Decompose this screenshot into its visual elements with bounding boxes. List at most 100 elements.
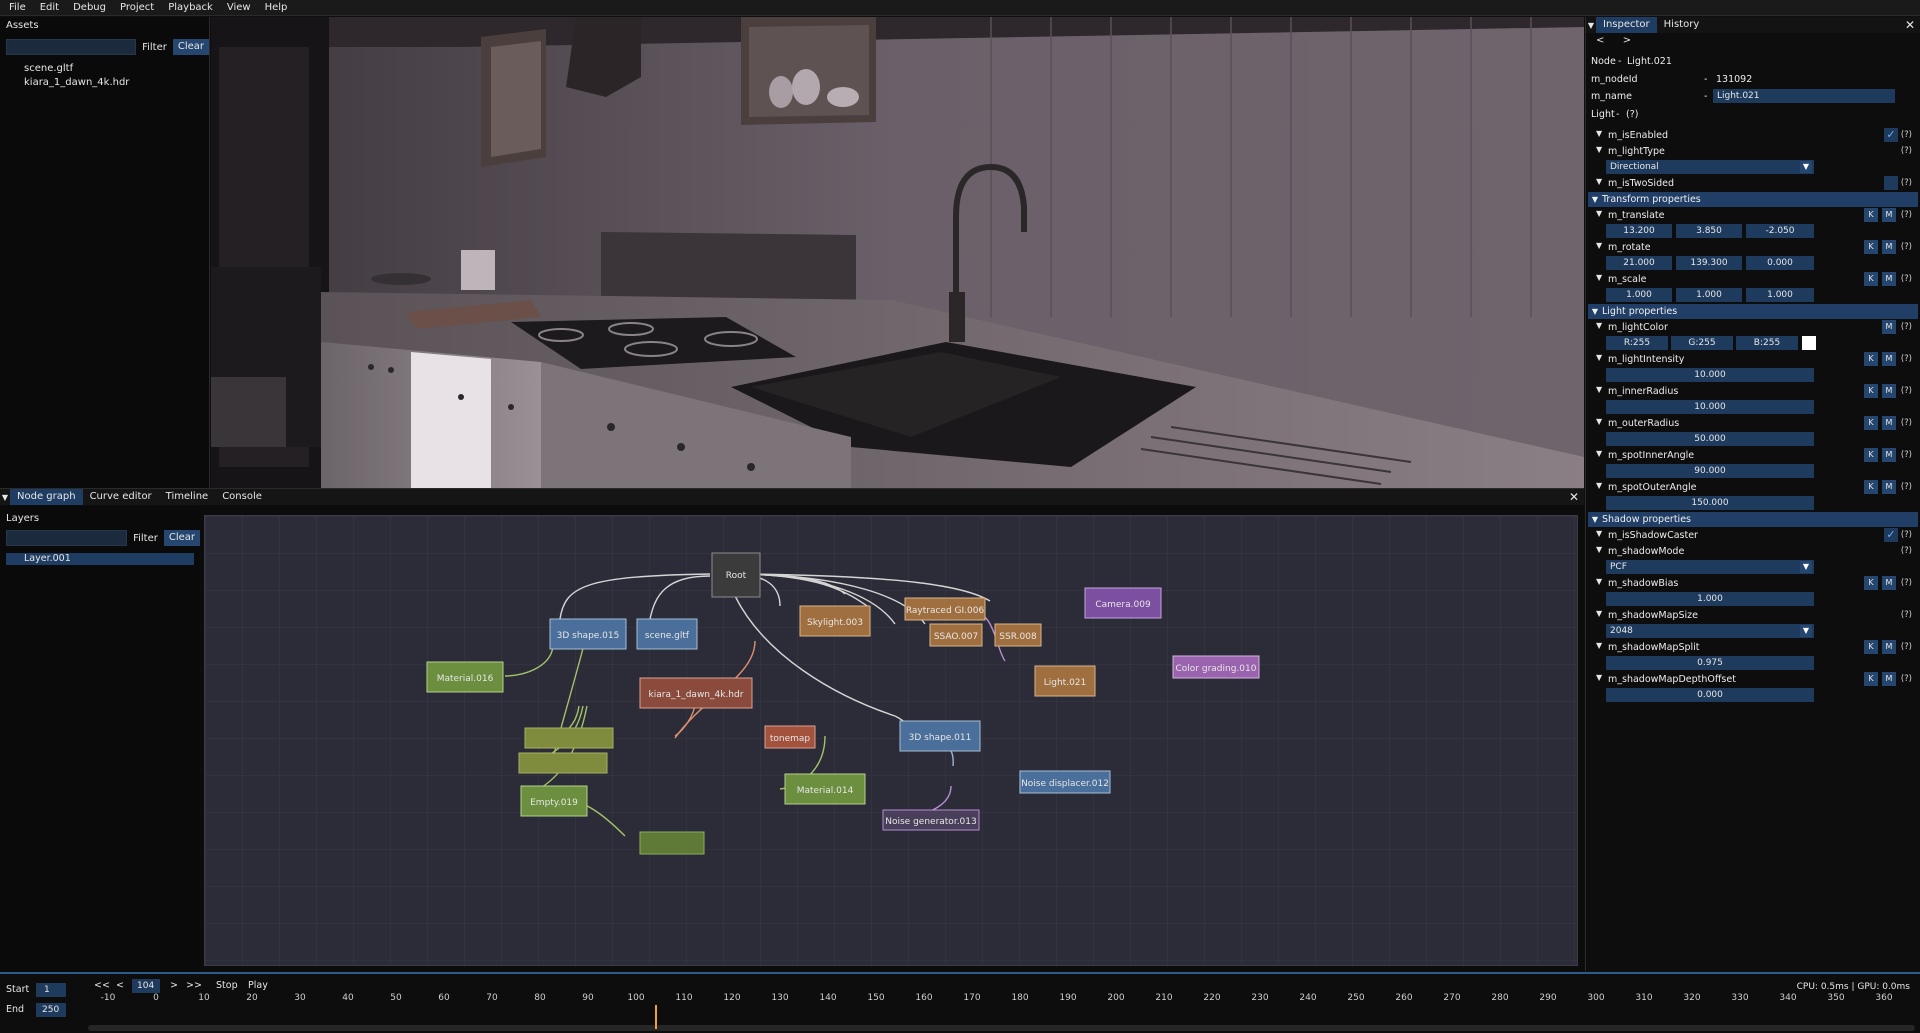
- modifier-button[interactable]: M: [1882, 208, 1896, 222]
- current-frame-field[interactable]: 104: [132, 979, 160, 993]
- translate-y-field[interactable]: 3.850: [1676, 224, 1742, 238]
- keyframe-button[interactable]: K: [1864, 672, 1878, 686]
- help-icon[interactable]: (?): [1901, 146, 1912, 156]
- scale-x-field[interactable]: 1.000: [1606, 288, 1672, 302]
- help-icon[interactable]: (?): [1901, 546, 1912, 556]
- prev-frame-button[interactable]: <: [116, 980, 124, 991]
- graph-node-noisedisp[interactable]: Noise displacer.012: [1019, 770, 1111, 794]
- layers-filter-input[interactable]: [6, 530, 128, 546]
- tab-console[interactable]: Console: [215, 489, 269, 505]
- stop-button[interactable]: Stop: [216, 980, 238, 991]
- modifier-button[interactable]: M: [1882, 576, 1896, 590]
- help-icon[interactable]: (?): [1901, 450, 1912, 460]
- menu-debug[interactable]: Debug: [66, 2, 113, 13]
- layer-item[interactable]: Layer.001: [6, 553, 194, 565]
- help-icon[interactable]: (?): [1901, 386, 1912, 396]
- enabled-checkbox[interactable]: ✓: [1884, 128, 1898, 142]
- scale-z-field[interactable]: 1.000: [1746, 288, 1814, 302]
- help-icon[interactable]: (?): [1901, 354, 1912, 364]
- rotate-y-field[interactable]: 139.300: [1676, 256, 1742, 270]
- inner-radius-field[interactable]: 10.000: [1606, 400, 1814, 414]
- shadow-mode-dropdown[interactable]: PCF ▼: [1606, 560, 1814, 574]
- end-field[interactable]: 250: [36, 1003, 66, 1017]
- graph-node-material014[interactable]: Material.014: [784, 773, 866, 805]
- tab-node-graph[interactable]: Node graph: [10, 489, 83, 505]
- modifier-button[interactable]: M: [1882, 384, 1896, 398]
- tab-inspector[interactable]: Inspector: [1596, 17, 1657, 33]
- keyframe-button[interactable]: K: [1864, 352, 1878, 366]
- translate-z-field[interactable]: -2.050: [1746, 224, 1814, 238]
- collapse-arrow-icon[interactable]: ▼: [1596, 209, 1602, 218]
- collapse-arrow-icon[interactable]: ▼: [1596, 545, 1602, 554]
- playhead[interactable]: [655, 1005, 658, 1029]
- asset-item[interactable]: kiara_1_dawn_4k.hdr: [0, 76, 209, 90]
- graph-node-ssr[interactable]: SSR.008: [994, 623, 1042, 647]
- menu-view[interactable]: View: [220, 2, 258, 13]
- shadow-depth-offset-field[interactable]: 0.000: [1606, 688, 1814, 702]
- transform-section-header[interactable]: ▼ Transform properties: [1588, 192, 1918, 207]
- name-field[interactable]: Light.021: [1713, 89, 1895, 103]
- graph-node-camera[interactable]: Camera.009: [1084, 587, 1162, 619]
- shadow-bias-field[interactable]: 1.000: [1606, 592, 1814, 606]
- graph-node-scene[interactable]: scene.gltf: [636, 618, 698, 650]
- help-icon[interactable]: (?): [1901, 482, 1912, 492]
- collapse-arrow-icon[interactable]: ▼: [1596, 129, 1602, 138]
- next-frame-button[interactable]: >: [170, 980, 178, 991]
- help-icon[interactable]: (?): [1901, 178, 1912, 188]
- outer-radius-field[interactable]: 50.000: [1606, 432, 1814, 446]
- menu-project[interactable]: Project: [113, 2, 161, 13]
- collapse-arrow-icon[interactable]: ▼: [1596, 321, 1602, 330]
- color-g-field[interactable]: G:255: [1671, 336, 1733, 350]
- color-b-field[interactable]: B:255: [1736, 336, 1798, 350]
- keyframe-button[interactable]: K: [1864, 240, 1878, 254]
- assets-filter-input[interactable]: [6, 39, 137, 55]
- graph-node-light[interactable]: Light.021: [1034, 665, 1096, 697]
- graph-node-colorgrading[interactable]: Color grading.010: [1172, 655, 1260, 679]
- modifier-button[interactable]: M: [1882, 320, 1896, 334]
- modifier-button[interactable]: M: [1882, 480, 1896, 494]
- scale-y-field[interactable]: 1.000: [1676, 288, 1742, 302]
- light-section-header[interactable]: ▼ Light properties: [1588, 304, 1918, 319]
- help-icon[interactable]: (?): [1901, 610, 1912, 620]
- graph-node-skylight[interactable]: Skylight.003: [799, 605, 871, 637]
- graph-node-raytraced[interactable]: Raytraced GI.006: [904, 597, 986, 621]
- modifier-button[interactable]: M: [1882, 416, 1896, 430]
- collapse-arrow-icon[interactable]: ▼: [1596, 673, 1602, 682]
- shadow-map-size-dropdown[interactable]: 2048 ▼: [1606, 624, 1814, 638]
- graph-node-tonemap[interactable]: tonemap: [764, 725, 816, 749]
- collapse-arrow-icon[interactable]: ▼: [1596, 177, 1602, 186]
- keyframe-button[interactable]: K: [1864, 480, 1878, 494]
- two-sided-checkbox[interactable]: [1884, 176, 1898, 190]
- collapse-arrow-icon[interactable]: ▼: [1596, 609, 1602, 618]
- keyframe-button[interactable]: K: [1864, 416, 1878, 430]
- graph-node-noisegen[interactable]: Noise generator.013: [882, 809, 980, 831]
- collapse-arrow-icon[interactable]: ▼: [1596, 449, 1602, 458]
- shadow-caster-checkbox[interactable]: ✓: [1884, 528, 1898, 542]
- help-icon[interactable]: (?): [1901, 210, 1912, 220]
- help-icon[interactable]: (?): [1901, 674, 1912, 684]
- nav-forward-button[interactable]: >: [1623, 35, 1631, 46]
- play-button[interactable]: Play: [248, 980, 268, 991]
- rotate-z-field[interactable]: 0.000: [1746, 256, 1814, 270]
- help-icon[interactable]: (?): [1901, 274, 1912, 284]
- first-frame-button[interactable]: <<: [94, 980, 110, 991]
- help-icon[interactable]: (?): [1901, 242, 1912, 252]
- graph-node-root[interactable]: Root: [711, 552, 761, 598]
- intensity-field[interactable]: 10.000: [1606, 368, 1814, 382]
- modifier-button[interactable]: M: [1882, 240, 1896, 254]
- collapse-arrow-icon[interactable]: ▼: [1596, 145, 1602, 154]
- tab-timeline[interactable]: Timeline: [159, 489, 216, 505]
- collapse-arrow-icon[interactable]: ▼: [1596, 385, 1602, 394]
- keyframe-button[interactable]: K: [1864, 208, 1878, 222]
- collapse-arrow-icon[interactable]: ▼: [1596, 273, 1602, 282]
- translate-x-field[interactable]: 13.200: [1606, 224, 1672, 238]
- last-frame-button[interactable]: >>: [186, 980, 202, 991]
- light-header-help[interactable]: (?): [1626, 109, 1638, 120]
- keyframe-button[interactable]: K: [1864, 640, 1878, 654]
- color-r-field[interactable]: R:255: [1606, 336, 1668, 350]
- dropdown-arrow-icon[interactable]: ▼: [1800, 161, 1812, 173]
- keyframe-button[interactable]: K: [1864, 272, 1878, 286]
- collapse-arrow-icon[interactable]: ▼: [1596, 417, 1602, 426]
- asset-item[interactable]: scene.gltf: [0, 62, 209, 76]
- graph-node-unlabeled[interactable]: [518, 752, 608, 774]
